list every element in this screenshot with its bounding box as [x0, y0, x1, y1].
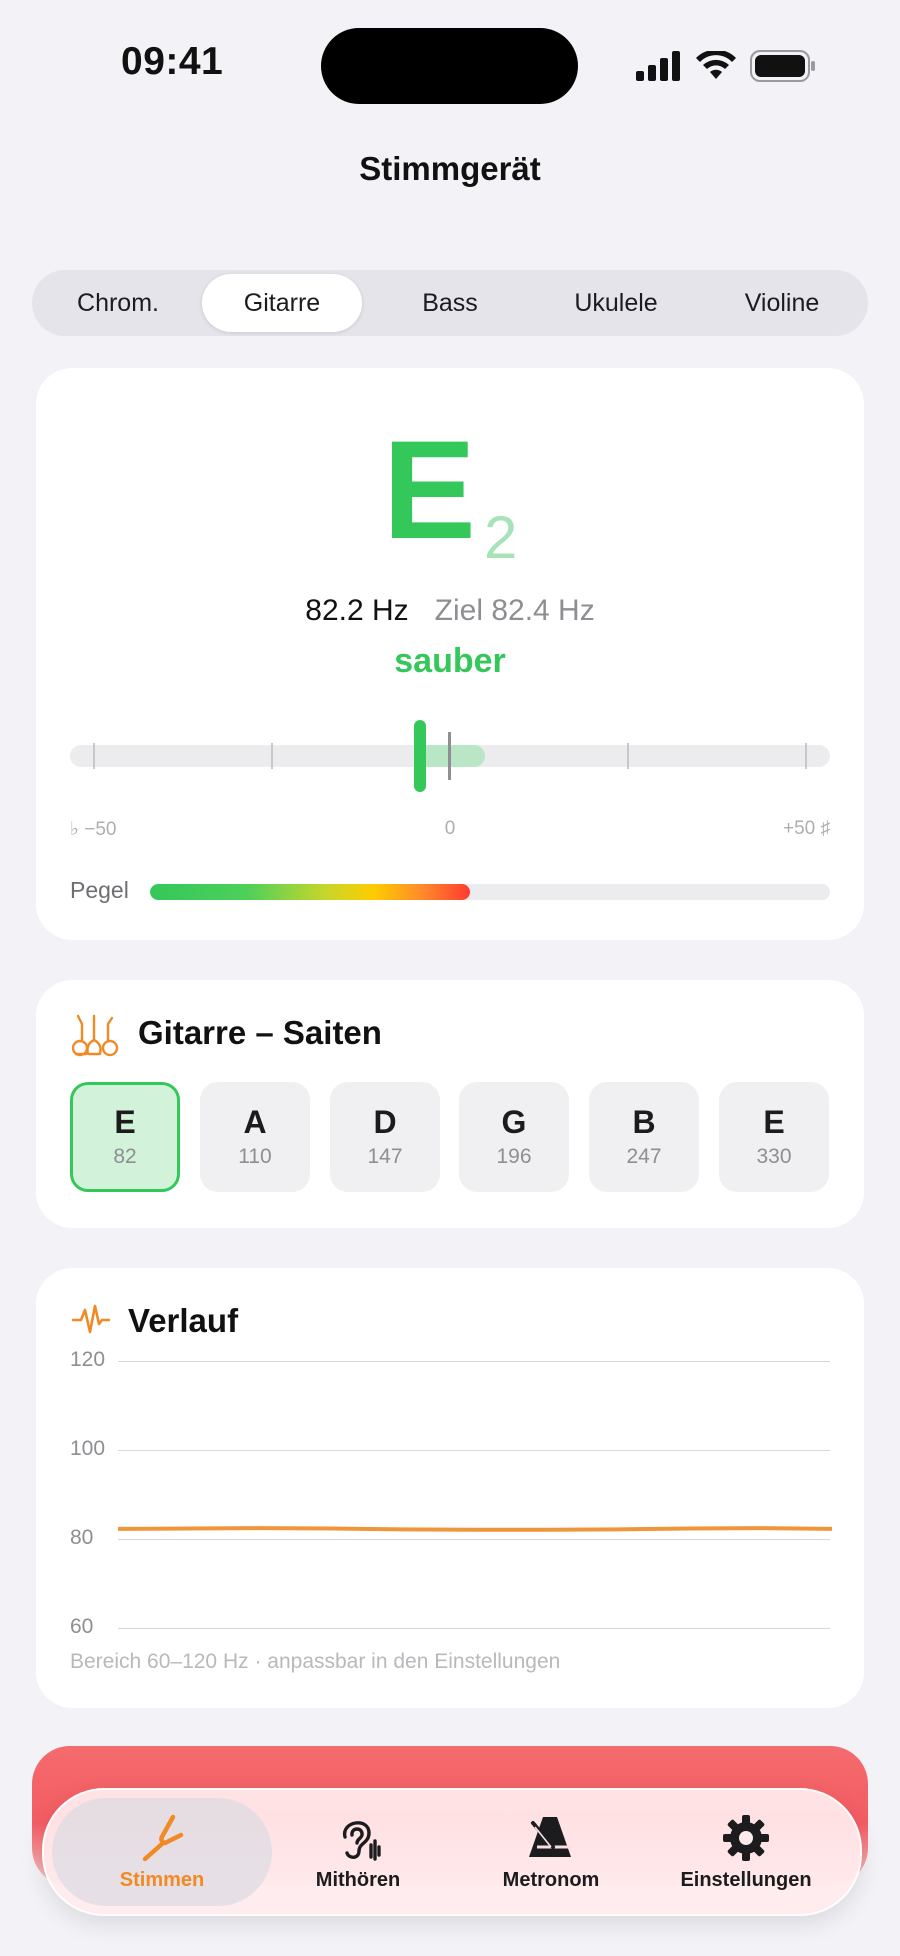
instrument-segmented-control: Chrom. Gitarre Bass Ukulele Violine: [32, 270, 868, 336]
y-tick-label: 120: [70, 1348, 106, 1371]
string-note: B: [632, 1104, 656, 1141]
frequency-row: 82.2 Hz Ziel 82.4 Hz: [0, 594, 900, 628]
segment-violin[interactable]: Violine: [702, 274, 862, 332]
string-note: E: [114, 1104, 136, 1141]
strings-title: Gitarre – Saiten: [138, 1014, 382, 1051]
page-title: Stimmgerät: [359, 150, 541, 187]
history-series-line: [118, 1526, 832, 1532]
segment-guitar[interactable]: Gitarre: [202, 274, 362, 332]
meter-tick: [271, 743, 273, 769]
tab-bar: Stimmen Mithören Metronom Einstellungen: [42, 1788, 862, 1916]
string-frequency: 330: [756, 1144, 792, 1168]
segment-chromatic[interactable]: Chrom.: [38, 274, 198, 332]
metronome-icon: [529, 1816, 571, 1857]
gear-icon: [723, 1814, 769, 1861]
level-meter: [150, 884, 830, 900]
meter-tick: [93, 743, 95, 769]
segment-label: Gitarre: [243, 288, 321, 317]
tab-label: Einstellungen: [680, 1868, 812, 1891]
battery-icon: [750, 50, 815, 82]
note-letter: E: [382, 411, 476, 568]
string-frequency: 110: [238, 1144, 272, 1168]
note-octave: 2: [484, 504, 518, 571]
scale-max-label: +50 ♯: [782, 818, 830, 839]
segment-label: Ukulele: [574, 288, 658, 317]
scale-zero-label: 0: [444, 818, 456, 839]
level-meter-fill: [150, 884, 470, 900]
string-frequency: 196: [496, 1144, 532, 1168]
string-note: D: [373, 1104, 397, 1141]
in-tune-zone: [418, 745, 485, 767]
segment-bass[interactable]: Bass: [370, 274, 530, 332]
waveform-icon: [72, 1304, 110, 1334]
history-chart: [118, 1526, 832, 1532]
tab-metronom[interactable]: Metronom: [461, 1790, 641, 1914]
segment-label: Bass: [422, 288, 478, 317]
tuning-state: sauber: [394, 642, 506, 680]
string-button-e-high[interactable]: E 330: [719, 1082, 829, 1192]
string-button-a[interactable]: A 110: [200, 1082, 310, 1192]
status-time: 09:41: [121, 40, 224, 83]
history-hint: Bereich 60–120 Hz · anpassbar in den Ein…: [70, 1650, 561, 1673]
tab-mithoeren[interactable]: Mithören: [268, 1790, 448, 1914]
string-note: A: [243, 1104, 267, 1141]
guitars-icon: [72, 1014, 119, 1057]
y-tick-label: 100: [70, 1437, 106, 1460]
target-frequency: Ziel 82.4 Hz: [434, 594, 595, 627]
tab-label: Mithören: [315, 1868, 401, 1891]
tab-label: Stimmen: [119, 1868, 205, 1891]
string-frequency: 147: [367, 1144, 403, 1168]
ear-icon: [343, 1820, 381, 1861]
string-note: E: [763, 1104, 785, 1141]
string-button-b[interactable]: B 247: [589, 1082, 699, 1192]
tab-stimmen[interactable]: Stimmen: [52, 1798, 272, 1906]
string-frequency: 247: [626, 1144, 662, 1168]
y-tick-label: 60: [70, 1615, 94, 1638]
meter-tick: [627, 743, 629, 769]
string-note: G: [501, 1104, 527, 1141]
current-frequency: 82.2 Hz: [305, 594, 409, 627]
history-title: Verlauf: [128, 1302, 239, 1339]
string-button-g[interactable]: G 196: [459, 1082, 569, 1192]
string-frequency: 82: [113, 1144, 137, 1168]
tab-label: Metronom: [502, 1868, 600, 1891]
cellular-signal-icon: [636, 51, 680, 81]
y-tick-label: 80: [70, 1526, 94, 1549]
status-icons: [636, 46, 816, 86]
meter-tick: [805, 743, 807, 769]
level-label: Pegel: [70, 877, 129, 903]
segment-label: Chrom.: [77, 288, 159, 317]
meter-center-mark: [448, 732, 451, 780]
tuning-fork-icon: [142, 1814, 184, 1861]
detected-note: E2: [0, 420, 900, 572]
dynamic-island: [321, 28, 578, 104]
cents-needle: [413, 720, 426, 792]
segment-label: Violine: [744, 288, 820, 317]
string-button-d[interactable]: D 147: [330, 1082, 440, 1192]
wifi-icon: [696, 51, 736, 79]
tab-einstellungen[interactable]: Einstellungen: [656, 1790, 836, 1914]
segment-ukulele[interactable]: Ukulele: [536, 274, 696, 332]
string-button-e-low[interactable]: E 82: [70, 1082, 180, 1192]
